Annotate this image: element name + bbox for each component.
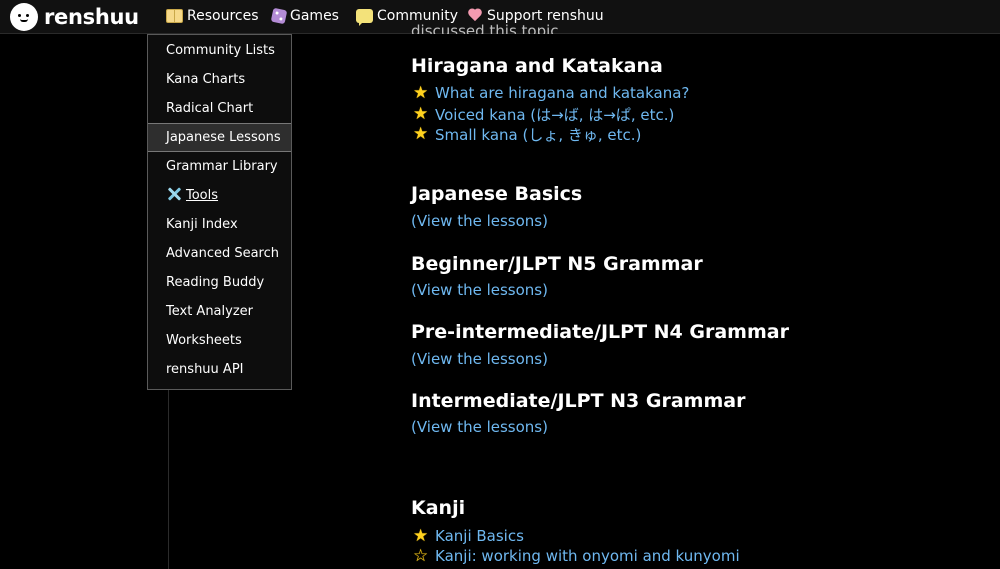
section-title: Japanese Basics: [411, 183, 583, 205]
menu-item-radical-chart[interactable]: Radical Chart: [148, 94, 291, 123]
nav-resources-label: Resources: [187, 8, 259, 24]
menu-item-grammar-library[interactable]: Grammar Library: [148, 152, 291, 181]
menu-item-reading-buddy[interactable]: Reading Buddy: [148, 268, 291, 297]
lesson-link[interactable]: Voiced kana (は→ば, は→ぱ, etc.): [435, 104, 674, 125]
menu-item-tools-label: Tools: [186, 188, 219, 203]
book-icon: [166, 9, 183, 23]
menu-item-japanese-lessons[interactable]: Japanese Lessons: [148, 123, 291, 152]
menu-item-kanji-index[interactable]: Kanji Index: [148, 210, 291, 239]
lesson-link[interactable]: Kanji Basics: [435, 527, 524, 545]
star-icon: ★: [413, 124, 429, 144]
nav-games[interactable]: Games: [270, 7, 339, 25]
view-lessons-link[interactable]: (View the lessons): [411, 350, 548, 368]
section-title: Pre-intermediate/JLPT N4 Grammar: [411, 321, 789, 343]
menu-item-worksheets[interactable]: Worksheets: [148, 326, 291, 355]
lesson-link[interactable]: Small kana (しょ, きゅ, etc.): [435, 124, 641, 145]
menu-item-advanced-search[interactable]: Advanced Search: [148, 239, 291, 268]
menu-item-text-analyzer[interactable]: Text Analyzer: [148, 297, 291, 326]
lesson-link[interactable]: What are hiragana and katakana?: [435, 84, 689, 102]
section-title-kanji: Kanji: [411, 497, 466, 519]
brand-name: renshuu: [44, 5, 139, 29]
lesson-link[interactable]: Kanji: working with onyomi and kunyomi: [435, 547, 740, 565]
tools-icon: [166, 186, 182, 202]
menu-item-community-lists[interactable]: Community Lists: [148, 36, 291, 65]
dice-icon: [270, 7, 288, 25]
list-item: ☆ Kanji: working with onyomi and kunyomi: [413, 547, 740, 565]
list-item: ★ Small kana (しょ, きゅ, etc.): [413, 124, 641, 145]
list-item: ★ Voiced kana (は→ば, は→ぱ, etc.): [413, 104, 674, 125]
view-lessons-link[interactable]: (View the lessons): [411, 281, 548, 299]
heart-icon: [467, 9, 483, 23]
cut-off-text: discussed this topic.: [411, 22, 564, 34]
chat-bubble-icon: [356, 9, 373, 26]
page: renshuu Resources Games Community Suppor…: [0, 0, 1000, 569]
nav-games-label: Games: [290, 8, 339, 24]
section-title-hiragana: Hiragana and Katakana: [411, 55, 663, 77]
star-icon: ★: [413, 82, 429, 103]
resources-dropdown: Community Lists Kana Charts Radical Char…: [147, 34, 292, 390]
menu-item-renshuu-api[interactable]: renshuu API: [148, 355, 291, 384]
list-item: ★ Kanji Basics: [413, 527, 524, 545]
section-title: Beginner/JLPT N5 Grammar: [411, 253, 703, 275]
view-lessons-link[interactable]: (View the lessons): [411, 418, 548, 436]
logo[interactable]: renshuu: [10, 3, 139, 31]
list-item: ★ What are hiragana and katakana?: [413, 84, 689, 102]
star-icon: ★: [413, 104, 429, 124]
menu-item-kana-charts[interactable]: Kana Charts: [148, 65, 291, 94]
nav-resources[interactable]: Resources: [166, 8, 259, 24]
star-icon: ★: [413, 525, 429, 546]
mascot-logo-icon: [10, 3, 38, 31]
section-title: Intermediate/JLPT N3 Grammar: [411, 390, 746, 412]
star-outline-icon: ☆: [413, 545, 429, 566]
view-lessons-link[interactable]: (View the lessons): [411, 212, 548, 230]
menu-item-tools[interactable]: Tools: [148, 181, 291, 210]
